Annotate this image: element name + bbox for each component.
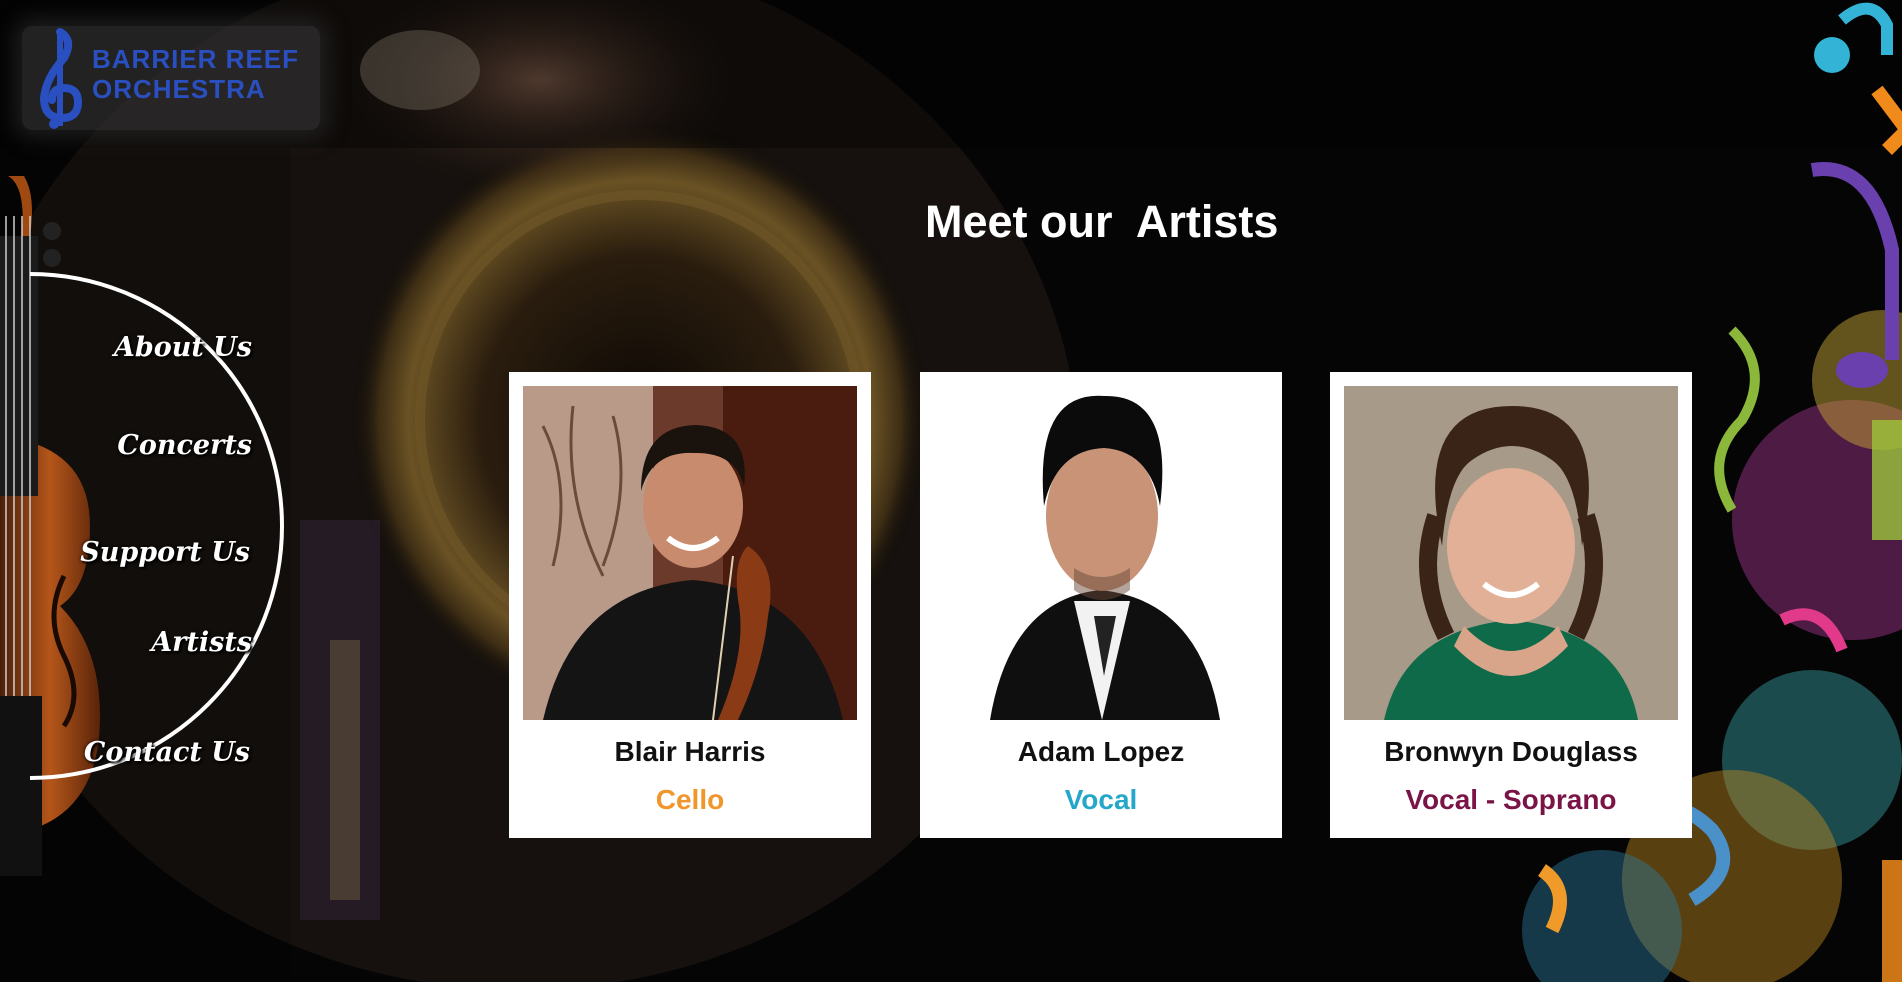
nav-item-support-us[interactable]: Support Us bbox=[0, 537, 250, 568]
page-title: Meet our Artists bbox=[925, 196, 1279, 247]
artist-role: Vocal - Soprano bbox=[1405, 784, 1617, 815]
brand-logo[interactable]: BARRIER REEF ORCHESTRA bbox=[22, 26, 320, 130]
nav-item-artists[interactable]: Artists bbox=[0, 627, 252, 658]
nav-item-about-us[interactable]: About Us bbox=[0, 332, 252, 363]
artist-card-blair-harris[interactable]: Blair Harris Cello bbox=[509, 372, 871, 838]
brand-name-line2: ORCHESTRA bbox=[92, 74, 266, 104]
artist-photo[interactable] bbox=[1344, 386, 1678, 720]
brand-name: BARRIER REEF ORCHESTRA bbox=[92, 44, 322, 104]
artist-name: Adam Lopez bbox=[1017, 736, 1185, 767]
artist-photo[interactable] bbox=[934, 386, 1268, 720]
artist-card-bronwyn-douglass[interactable]: Bronwyn Douglass Vocal - Soprano bbox=[1330, 372, 1692, 838]
nav-item-concerts[interactable]: Concerts bbox=[0, 430, 252, 461]
artist-card-adam-lopez[interactable]: Adam Lopez Vocal bbox=[920, 372, 1282, 838]
nav-item-contact-us[interactable]: Contact Us bbox=[0, 737, 250, 768]
treble-clef-icon bbox=[39, 28, 83, 129]
artist-role: Cello bbox=[655, 784, 725, 815]
artist-photo[interactable] bbox=[523, 386, 857, 720]
artist-role: Vocal bbox=[1064, 784, 1138, 815]
brand-name-line1: BARRIER REEF bbox=[92, 44, 300, 74]
artist-name: Bronwyn Douglass bbox=[1384, 736, 1638, 767]
artist-name: Blair Harris bbox=[614, 736, 766, 767]
